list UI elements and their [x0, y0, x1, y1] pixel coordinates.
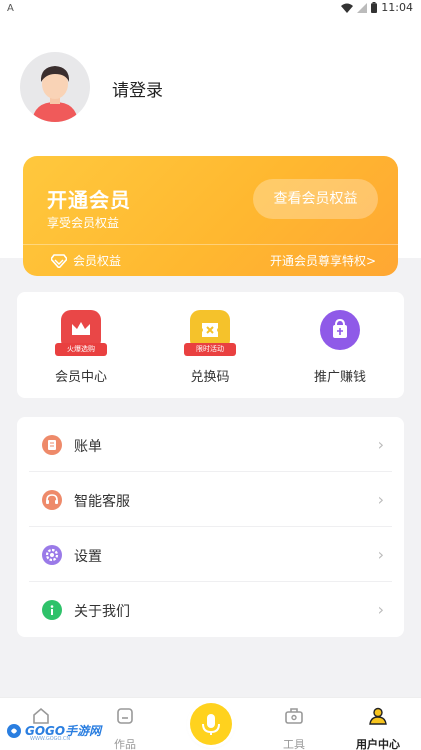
watermark: GOGO手游网 WWW.GOGO.CN	[6, 722, 101, 742]
redeem-code-button[interactable]: 限时活动 兑换码	[160, 310, 260, 385]
settings-icon	[42, 545, 62, 565]
watermark-url: WWW.GOGO.CN	[30, 736, 71, 742]
battery-icon	[371, 2, 378, 13]
menu-item-settings[interactable]: 设置 ›	[17, 527, 404, 582]
chevron-right-icon: ›	[377, 545, 384, 564]
wifi-icon	[341, 3, 354, 13]
vip-subtitle: 享受会员权益	[47, 216, 120, 230]
vip-title: 开通会员	[47, 188, 131, 212]
status-time: 11:04	[381, 1, 413, 14]
ticket-icon: 限时活动	[184, 310, 236, 356]
redeem-code-label: 兑换码	[190, 370, 230, 385]
watermark-logo-icon	[7, 723, 21, 738]
avatar[interactable]	[20, 52, 90, 122]
quick-actions-card: 火爆选购 会员中心 限时活动 兑换码 推广赚钱	[17, 292, 404, 398]
vip-card[interactable]: 开通会员 享受会员权益 查看会员权益 会员权益 开通会员尊享特权>	[23, 156, 398, 276]
vip-promo-link[interactable]: 开通会员尊享特权>	[270, 252, 376, 269]
hot-tag: 火爆选购	[55, 343, 107, 356]
tab-label: 工具	[283, 738, 305, 750]
avatar-illustration	[32, 66, 78, 122]
menu-item-bill[interactable]: 账单 ›	[17, 417, 404, 472]
tab-tools[interactable]: 工具	[259, 706, 329, 750]
chevron-right-icon: ›	[377, 435, 384, 454]
chevron-right-icon: ›	[377, 600, 384, 619]
limited-tag: 限时活动	[184, 343, 236, 356]
status-icons: 11:04	[341, 1, 413, 14]
login-link[interactable]: 请登录	[112, 76, 163, 101]
signal-icon	[357, 2, 368, 13]
crown-icon: 火爆选购	[55, 310, 107, 356]
info-icon	[42, 600, 62, 620]
promote-earn-button[interactable]: 推广赚钱	[290, 310, 390, 385]
member-center-button[interactable]: 火爆选购 会员中心	[31, 310, 131, 385]
member-center-label: 会员中心	[54, 370, 107, 385]
record-button[interactable]	[190, 703, 232, 745]
vip-rights-label: 会员权益	[73, 254, 122, 268]
menu-item-label: 关于我们	[74, 604, 130, 620]
mic-icon	[202, 714, 220, 735]
vip-divider	[23, 244, 398, 245]
diamond-icon	[51, 253, 67, 268]
menu-item-label: 账单	[74, 439, 102, 455]
promote-earn-label: 推广赚钱	[313, 370, 366, 385]
tab-user-center[interactable]: 用户中心	[343, 706, 413, 750]
view-vip-rights-button[interactable]: 查看会员权益	[253, 179, 378, 219]
status-bar: A 11:04	[0, 0, 421, 18]
menu-item-about[interactable]: 关于我们 ›	[17, 582, 404, 637]
works-icon	[117, 708, 133, 724]
bill-icon	[42, 435, 62, 455]
gift-bag-icon	[320, 310, 360, 350]
menu-item-label: 设置	[74, 549, 102, 565]
menu-item-support[interactable]: 智能客服 ›	[17, 472, 404, 527]
tab-label: 用户中心	[356, 738, 400, 750]
status-left-icon: A	[7, 3, 14, 14]
menu-list: 账单 › 智能客服 › 设置 › 关于我们 ›	[17, 417, 404, 637]
toolbox-icon	[285, 708, 303, 724]
chevron-right-icon: ›	[377, 490, 384, 509]
user-icon	[369, 707, 387, 725]
headset-icon	[42, 490, 62, 510]
vip-rights: 会员权益	[51, 252, 121, 269]
menu-item-label: 智能客服	[74, 494, 130, 510]
